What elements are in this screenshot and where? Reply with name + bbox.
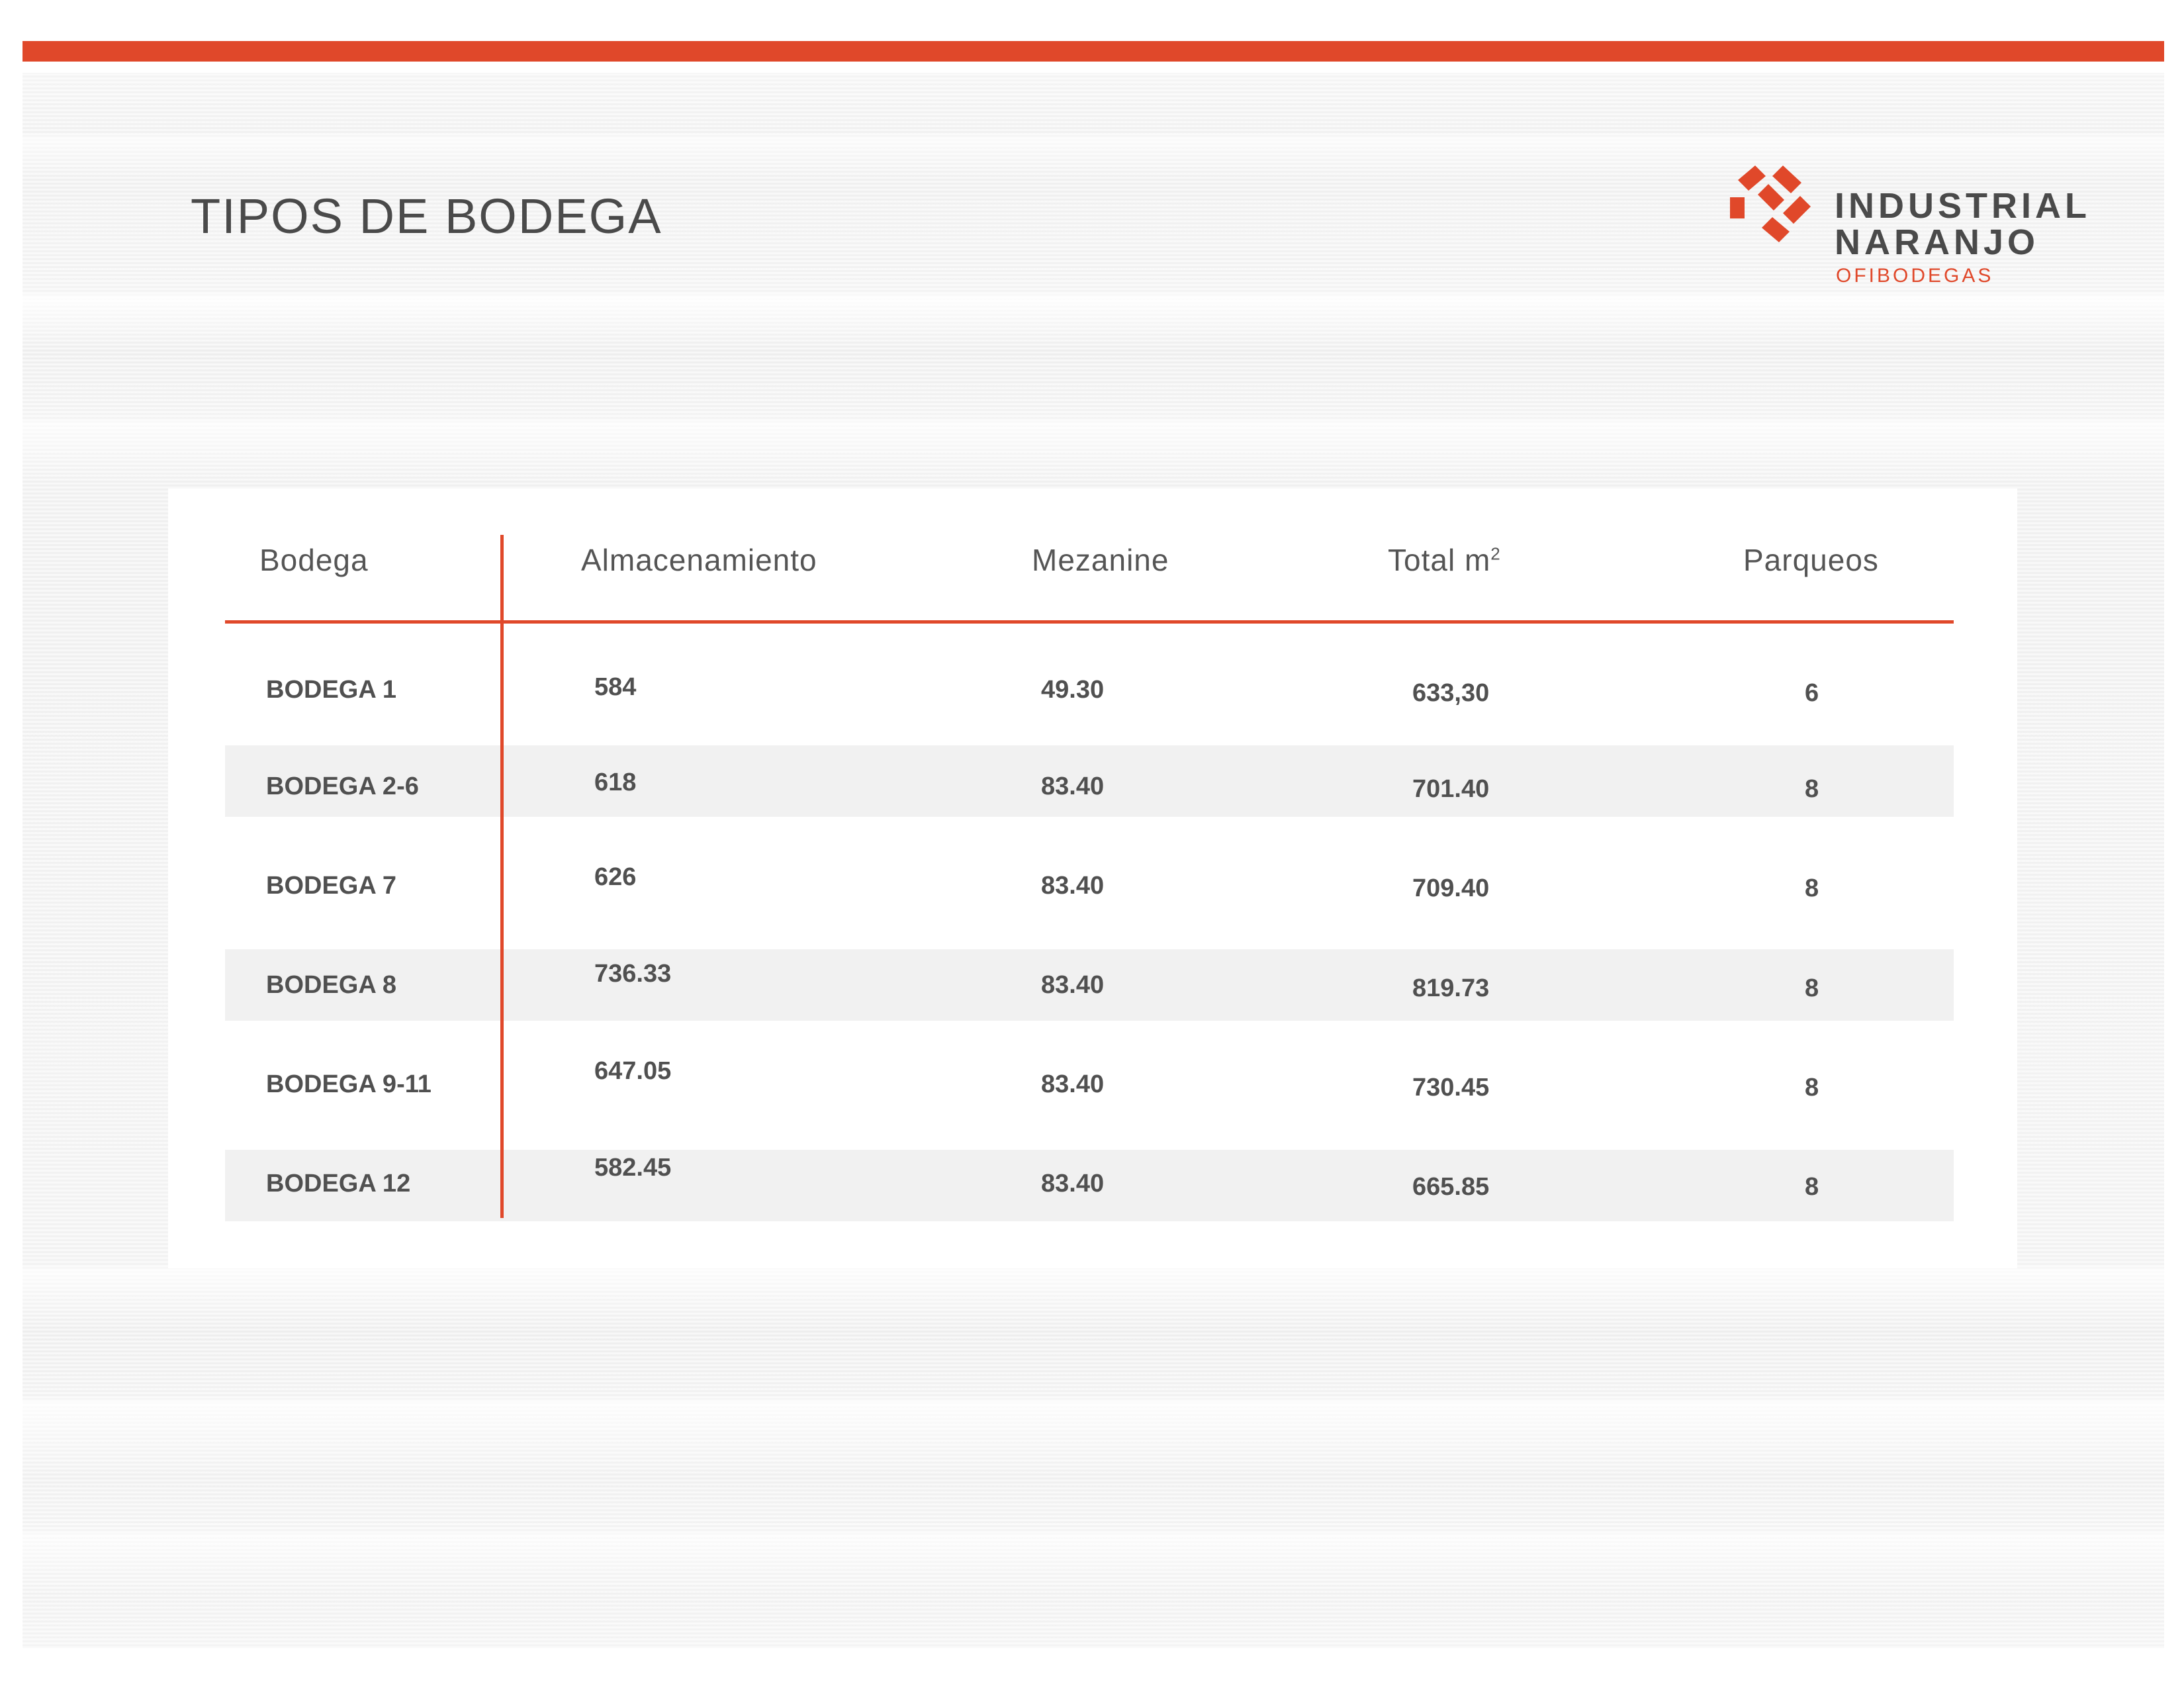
table-cell-total: 730.45 bbox=[1412, 1074, 1490, 1102]
table-cell-almacenamiento: 647.05 bbox=[594, 1057, 672, 1085]
brand-name-line2: NARANJO bbox=[1835, 222, 2040, 262]
table-cell-almacenamiento: 618 bbox=[594, 769, 637, 796]
table-cell-bodega: BODEGA 12 bbox=[266, 1170, 411, 1197]
table-cell-bodega: BODEGA 7 bbox=[266, 872, 397, 900]
table-cell-mezanine: 83.40 bbox=[1041, 971, 1105, 999]
table-cell-parqueos: 8 bbox=[1805, 874, 1819, 902]
table-cell-almacenamiento: 582.45 bbox=[594, 1154, 672, 1182]
column-header-parqueos: Parqueos bbox=[1743, 543, 1879, 577]
first-column-divider bbox=[500, 535, 504, 1218]
column-header-total: Total m2 bbox=[1388, 541, 1501, 579]
column-header-bodega: Bodega bbox=[259, 543, 369, 577]
brand-tagline: OFIBODEGAS bbox=[1836, 265, 1994, 287]
header-divider bbox=[225, 620, 1954, 624]
table-cell-almacenamiento: 584 bbox=[594, 673, 637, 701]
table-cell-mezanine: 83.40 bbox=[1041, 1070, 1105, 1098]
table-cell-parqueos: 8 bbox=[1805, 1074, 1819, 1102]
page-title: TIPOS DE BODEGA bbox=[191, 189, 662, 244]
pinwheel-logo-icon bbox=[1730, 165, 1811, 242]
column-header-mezanine: Mezanine bbox=[1032, 543, 1169, 577]
table-cell-parqueos: 8 bbox=[1805, 974, 1819, 1002]
column-header-total-label: Total m bbox=[1388, 543, 1491, 577]
brand-name-line1: INDUSTRIAL bbox=[1835, 186, 2091, 226]
table-cell-parqueos: 6 bbox=[1805, 679, 1819, 707]
column-header-total-superscript: 2 bbox=[1490, 543, 1501, 564]
column-header-almacenamiento: Almacenamiento bbox=[581, 543, 817, 577]
table-cell-mezanine: 83.40 bbox=[1041, 1170, 1105, 1197]
table-cell-mezanine: 83.40 bbox=[1041, 773, 1105, 800]
table-cell-total: 665.85 bbox=[1412, 1173, 1490, 1201]
table-cell-parqueos: 8 bbox=[1805, 1173, 1819, 1201]
table-cell-total: 819.73 bbox=[1412, 974, 1490, 1002]
table-cell-parqueos: 8 bbox=[1805, 775, 1819, 803]
table-cell-total: 701.40 bbox=[1412, 775, 1490, 803]
table-cell-mezanine: 83.40 bbox=[1041, 872, 1105, 900]
table-cell-bodega: BODEGA 2-6 bbox=[266, 773, 419, 800]
table-cell-almacenamiento: 736.33 bbox=[594, 960, 672, 988]
table-cell-bodega: BODEGA 8 bbox=[266, 971, 397, 999]
table-cell-bodega: BODEGA 9-11 bbox=[266, 1070, 432, 1098]
table-cell-total: 709.40 bbox=[1412, 874, 1490, 902]
table-cell-total: 633,30 bbox=[1412, 679, 1490, 707]
table-cell-mezanine: 49.30 bbox=[1041, 676, 1105, 704]
table-cell-almacenamiento: 626 bbox=[594, 863, 637, 891]
top-accent-bar bbox=[23, 41, 2164, 62]
table-cell-bodega: BODEGA 1 bbox=[266, 676, 397, 704]
brand-logo: INDUSTRIAL NARANJO OFIBODEGAS bbox=[1727, 162, 2098, 294]
